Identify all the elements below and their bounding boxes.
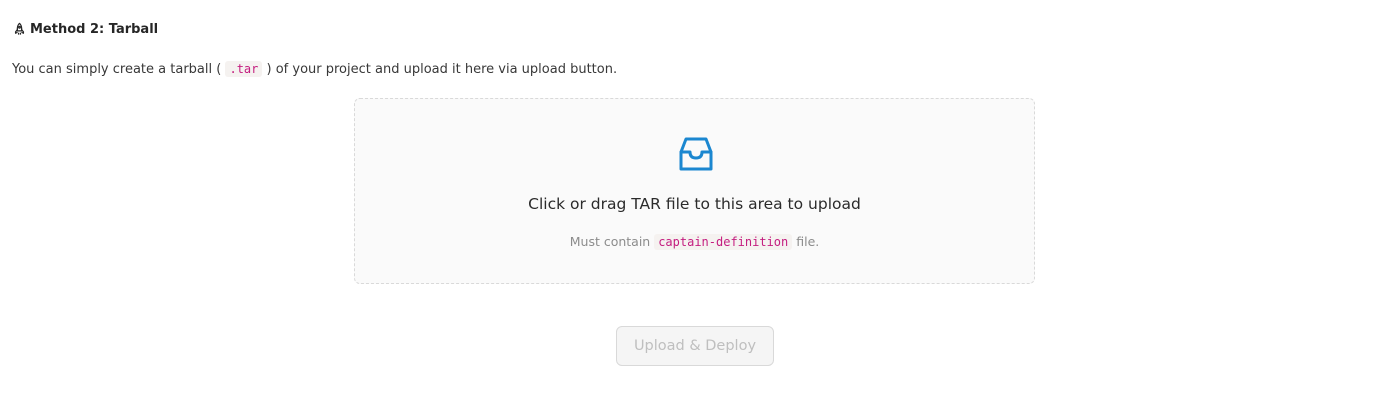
tarball-deploy-panel: Method 2: Tarball You can simply create …: [0, 0, 1381, 407]
inbox-icon: [677, 135, 715, 173]
rocket-icon: [12, 22, 27, 37]
hint-after: file.: [796, 234, 820, 249]
dropzone-text: Click or drag TAR file to this area to u…: [528, 195, 861, 213]
description-after: ) of your project and upload it here via…: [266, 62, 618, 77]
upload-deploy-button[interactable]: Upload & Deploy: [616, 326, 774, 366]
section-title: Method 2: Tarball: [30, 22, 159, 37]
description-before: You can simply create a tarball (: [12, 62, 222, 77]
tar-upload-dropzone[interactable]: Click or drag TAR file to this area to u…: [354, 98, 1035, 284]
tar-extension-code: .tar: [225, 61, 263, 77]
description-text: You can simply create a tarball ( .tar )…: [12, 61, 618, 77]
section-heading: Method 2: Tarball: [12, 22, 158, 37]
captain-definition-code: captain-definition: [654, 234, 793, 250]
hint-before: Must contain: [569, 234, 655, 249]
dropzone-hint: Must contain captain-definition file.: [355, 234, 1034, 250]
